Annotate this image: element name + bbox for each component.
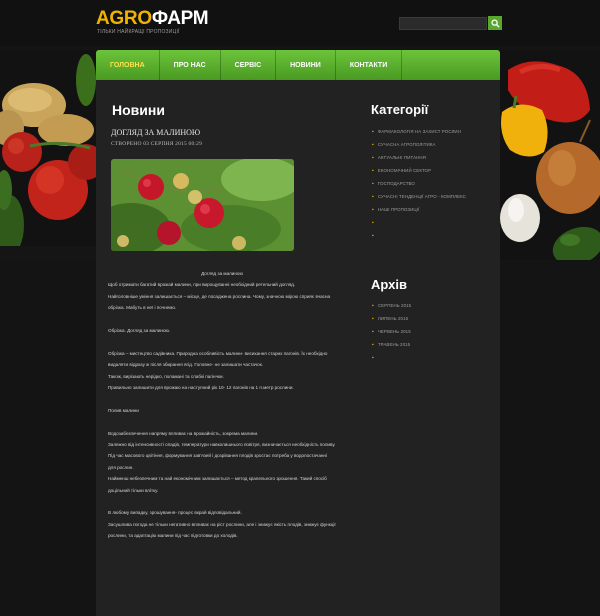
post-paragraph: Найголовніше уміння залишається – місце,… [108, 293, 331, 311]
archive-label: СЕРПЕНЬ 2015 [377, 303, 412, 308]
archive-heading: Архів [371, 277, 407, 292]
category-item[interactable]: ▪ [372, 216, 466, 229]
category-item[interactable]: ▪ АКТУАЛЬНІ ПИТАННЯ [372, 151, 466, 164]
post-paragraph: Також, вирізають нерідко, поламані та сл… [108, 373, 224, 379]
raspberry-photo [111, 159, 294, 251]
categories-heading: Категорії [371, 102, 429, 117]
nav-item-news[interactable]: НОВИНИ [276, 50, 336, 80]
bullet-icon: ▪ [372, 154, 374, 161]
post-paragraph: Полив малини [108, 407, 139, 413]
header: AGROФАРМ ТІЛЬКИ НАЙКРАЩІ ПРОПОЗИЦІЇ [0, 0, 600, 46]
main-nav: ГОЛОВНА ПРО НАС СЕРВІС НОВИНИ КОНТАКТИ [96, 50, 500, 80]
post-paragraph: Під час масового цвітіння, формування за… [108, 453, 327, 470]
nav-item-contacts[interactable]: КОНТАКТИ [336, 50, 403, 80]
post-paragraph: Засушлива погода не тільки негативно впл… [108, 521, 336, 539]
search-input[interactable] [399, 17, 487, 30]
bullet-icon: ▪ [372, 128, 374, 135]
post-paragraph: Водозабезпечення напряму впливає на врож… [108, 430, 259, 436]
logo[interactable]: AGROФАРМ [96, 8, 209, 30]
bullet-icon: ▪ [372, 167, 374, 174]
post-body: Догляд за малиною Щоб отримати багатий в… [108, 268, 336, 542]
category-item[interactable]: ▪ НАШІ ПРОПОЗИЦІЇ [372, 203, 466, 216]
bullet-icon: ▪ [372, 193, 374, 200]
post-paragraph: В любому випадку, зрошування- процес вкр… [108, 510, 242, 516]
tagline: ТІЛЬКИ НАЙКРАЩІ ПРОПОЗИЦІЇ [97, 29, 180, 35]
archive-item[interactable]: ▪ [372, 351, 411, 364]
category-item[interactable]: ▪ СУЧАСНІ ТЕНДЕНЦІЇ АГРО - КОМПЛЕКС [372, 190, 466, 203]
category-label: НАШІ ПРОПОЗИЦІЇ [377, 207, 420, 212]
post-paragraph: Залежно від інтенсивності опадів, темпер… [108, 442, 336, 448]
bullet-icon: ▪ [372, 232, 374, 239]
archive-label: ТРАВЕНЬ 2015 [377, 342, 411, 347]
page-title: Новини [112, 102, 165, 118]
category-label: АКТУАЛЬНІ ПИТАННЯ [377, 155, 426, 160]
archive-list: ▪ СЕРПЕНЬ 2015 ▪ ЛИПЕНЬ 2015 ▪ ЧЕРВЕНЬ 2015… [372, 299, 411, 364]
category-label: СУЧАСНІ ТЕНДЕНЦІЇ АГРО - КОМПЛЕКС [377, 194, 466, 199]
category-item[interactable]: ▪ ФАРМАКОЛОГІЯ НА ЗАХИСТ РОСЛИН [372, 125, 466, 138]
post-paragraph: Правильно залишити для врожаю на наступн… [108, 385, 294, 391]
bullet-icon: ▪ [372, 341, 374, 348]
archive-item[interactable]: ▪ ТРАВЕНЬ 2015 [372, 338, 411, 351]
vegetables-left-image [0, 50, 96, 260]
bullet-icon: ▪ [372, 141, 374, 148]
post-paragraph: Обрізка. Догляд за малиною. [108, 328, 171, 334]
category-item[interactable]: ▪ ЕКОНОМІЧНИЙ СЕКТОР [372, 164, 466, 177]
archive-label: ЛИПЕНЬ 2015 [377, 316, 409, 321]
bullet-icon: ▪ [372, 315, 374, 322]
search-icon [490, 18, 500, 28]
bullet-icon: ▪ [372, 354, 374, 361]
post-title[interactable]: ДОГЛЯД ЗА МАЛИНОЮ [111, 128, 200, 137]
bullet-icon: ▪ [372, 206, 374, 213]
vegetables-right-image [500, 50, 600, 260]
category-item[interactable]: ▪ ГОСПОДАРСТВО [372, 177, 466, 190]
category-item[interactable]: ▪ [372, 229, 466, 242]
archive-item[interactable]: ▪ ЛИПЕНЬ 2015 [372, 312, 411, 325]
category-label: ГОСПОДАРСТВО [377, 181, 415, 186]
post-meta: СТВОРЕНО 03 СЕРПНЯ 2015 00:29 [111, 141, 203, 147]
category-label: ЕКОНОМІЧНИЙ СЕКТОР [377, 168, 432, 173]
logo-part1: AGRO [96, 8, 152, 29]
post-paragraph: Обрізка – мистецтво садівника. Природна … [108, 350, 328, 368]
nav-item-about[interactable]: ПРО НАС [160, 50, 221, 80]
archive-item[interactable]: ▪ СЕРПЕНЬ 2015 [372, 299, 411, 312]
bullet-icon: ▪ [372, 328, 374, 335]
archive-item[interactable]: ▪ ЧЕРВЕНЬ 2015 [372, 325, 411, 338]
search-button[interactable] [488, 16, 502, 30]
logo-part2: ФАРМ [151, 8, 209, 29]
post-paragraph: Щоб отримати багатий врожай малини, при … [108, 282, 296, 288]
category-label: СУЧАСНА АГРОПОЛІТИКА [377, 142, 436, 147]
nav-item-service[interactable]: СЕРВІС [221, 50, 277, 80]
category-item[interactable]: ▪ СУЧАСНА АГРОПОЛІТИКА [372, 138, 466, 151]
bullet-icon: ▪ [372, 219, 374, 226]
post-paragraph: Найменш небезпечним та най економічним з… [108, 476, 327, 493]
categories-list: ▪ ФАРМАКОЛОГІЯ НА ЗАХИСТ РОСЛИН ▪ СУЧАСНА … [372, 125, 466, 242]
category-label: ФАРМАКОЛОГІЯ НА ЗАХИСТ РОСЛИН [377, 129, 461, 134]
bullet-icon: ▪ [372, 302, 374, 309]
bullet-icon: ▪ [372, 180, 374, 187]
archive-label: ЧЕРВЕНЬ 2015 [377, 329, 411, 334]
post-paragraph: Догляд за малиною [201, 271, 243, 276]
nav-item-home[interactable]: ГОЛОВНА [96, 50, 160, 80]
